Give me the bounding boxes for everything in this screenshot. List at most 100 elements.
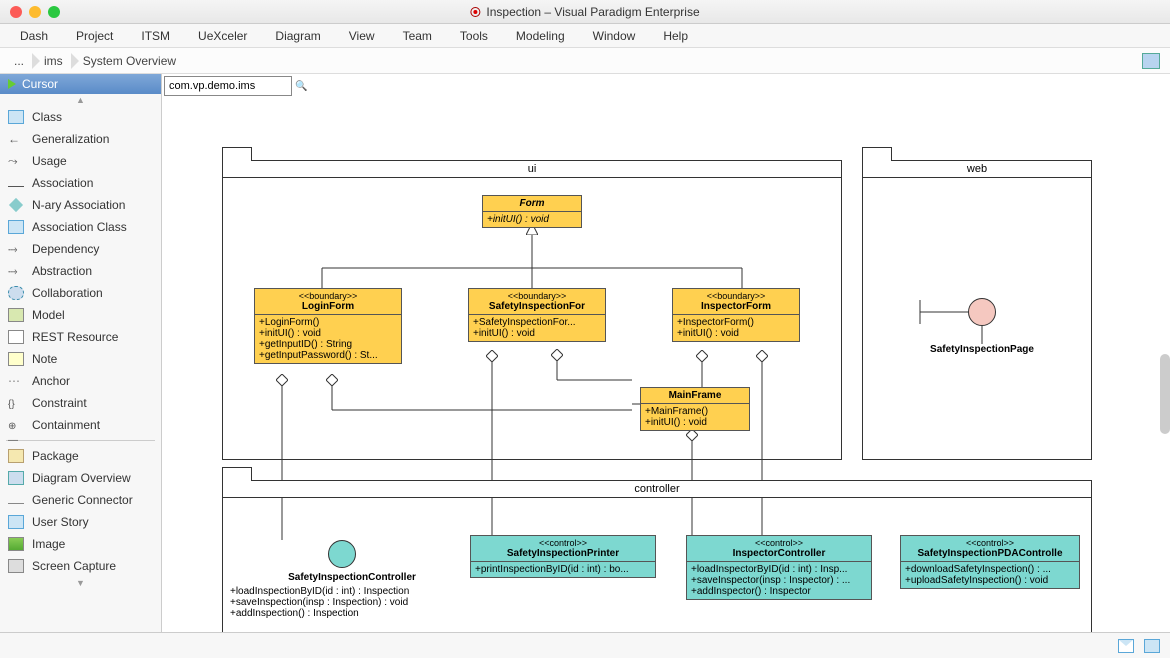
toolbox-divider [6, 440, 155, 441]
class-loginform[interactable]: <<boundary>>LoginForm +LoginForm() +init… [254, 288, 402, 364]
tool-association[interactable]: Association [0, 172, 161, 194]
class-safetyinspectionform[interactable]: <<boundary>>SafetyInspectionFor +SafetyI… [468, 288, 606, 342]
association-icon [8, 186, 24, 187]
vertical-scrollbar[interactable] [1160, 354, 1170, 434]
class-pda-name: SafetyInspectionPDAControlle [917, 548, 1062, 559]
diagram-canvas[interactable]: ui web controller Form +initUI() : void … [162, 100, 1170, 632]
class-form-name: Form [520, 198, 545, 209]
note-icon [8, 352, 24, 366]
class-inspectorcontroller-name: InspectorController [733, 548, 826, 559]
tool-rest[interactable]: REST Resource [0, 326, 161, 348]
diagram-overview-tool-icon [8, 471, 24, 485]
document-icon[interactable] [1144, 639, 1160, 653]
boundary-safetyinspectionpage[interactable] [968, 298, 996, 326]
class-loginform-name: LoginForm [302, 301, 354, 312]
package-icon [8, 449, 24, 463]
class-printer-name: SafetyInspectionPrinter [507, 548, 619, 559]
package-ui-label: ui [223, 161, 841, 178]
constraint-icon [8, 396, 24, 410]
breadcrumb-ims[interactable]: ims [34, 50, 73, 72]
model-icon [8, 308, 24, 322]
menu-diagram[interactable]: Diagram [261, 29, 334, 43]
boundary-safetyinspectionpage-label: SafetyInspectionPage [917, 344, 1047, 355]
tool-screen-capture[interactable]: Screen Capture [0, 555, 161, 577]
class-pdacontroller[interactable]: <<control>>SafetyInspectionPDAControlle … [900, 535, 1080, 589]
tool-assoc-class[interactable]: Association Class [0, 216, 161, 238]
tool-collaboration[interactable]: Collaboration [0, 282, 161, 304]
window-title: Inspection – Visual Paradigm Enterprise [470, 5, 699, 19]
window-title-text: Inspection – Visual Paradigm Enterprise [486, 5, 699, 19]
class-safetyinspectionprinter[interactable]: <<control>>SafetyInspectionPrinter +prin… [470, 535, 656, 578]
rest-icon [8, 330, 24, 344]
menu-help[interactable]: Help [649, 29, 702, 43]
tool-anchor[interactable]: Anchor [0, 370, 161, 392]
tool-nary[interactable]: N-ary Association [0, 194, 161, 216]
breadcrumb-overview[interactable]: System Overview [73, 50, 186, 72]
mail-icon[interactable] [1118, 639, 1134, 653]
window-controls [0, 6, 60, 18]
class-inspectorform-name: InspectorForm [701, 301, 771, 312]
containment-icon [8, 418, 24, 432]
nary-icon [9, 198, 23, 212]
breadcrumb-root[interactable]: ... [4, 50, 34, 72]
package-controller-tab [222, 467, 252, 481]
tool-abstraction[interactable]: Abstraction [0, 260, 161, 282]
menu-view[interactable]: View [335, 29, 389, 43]
tool-image[interactable]: Image [0, 533, 161, 555]
menu-itsm[interactable]: ITSM [127, 29, 184, 43]
maximize-window-button[interactable] [48, 6, 60, 18]
dependency-icon [8, 242, 24, 256]
connector-icon [8, 503, 24, 504]
tool-note[interactable]: Note [0, 348, 161, 370]
minimize-window-button[interactable] [29, 6, 41, 18]
tool-diag-overview[interactable]: Diagram Overview [0, 467, 161, 489]
package-controller-label: controller [223, 481, 1091, 498]
cursor-icon [8, 79, 16, 89]
menu-uexceler[interactable]: UeXceler [184, 29, 261, 43]
package-web-tab [862, 147, 892, 161]
class-safetyform-name: SafetyInspectionFor [489, 301, 585, 312]
menu-team[interactable]: Team [389, 29, 446, 43]
collapse-up-handle[interactable]: ▲ [0, 94, 161, 106]
app-icon [470, 7, 480, 17]
tool-user-story[interactable]: User Story [0, 511, 161, 533]
control-sic-label: SafetyInspectionController [262, 572, 442, 583]
close-window-button[interactable] [10, 6, 22, 18]
menu-window[interactable]: Window [579, 29, 650, 43]
menu-dash[interactable]: Dash [6, 29, 62, 43]
tool-cursor[interactable]: Cursor [0, 74, 161, 94]
class-inspectorform[interactable]: <<boundary>>InspectorForm +InspectorForm… [672, 288, 800, 342]
anchor-icon [8, 374, 24, 388]
tool-containment[interactable]: Containment [0, 414, 161, 436]
search-icon[interactable]: 🔍 [295, 81, 307, 92]
class-form[interactable]: Form +initUI() : void [482, 195, 582, 228]
tool-package[interactable]: Package [0, 445, 161, 467]
class-icon [8, 110, 24, 124]
tool-usage[interactable]: Usage [0, 150, 161, 172]
class-inspectorcontroller[interactable]: <<control>>InspectorController +loadInsp… [686, 535, 872, 600]
tool-class[interactable]: Class [0, 106, 161, 128]
canvas-area[interactable]: 🔍 [162, 74, 1170, 632]
breadcrumb: ... ims System Overview [0, 48, 1170, 74]
story-icon [8, 515, 24, 529]
titlebar: Inspection – Visual Paradigm Enterprise [0, 0, 1170, 24]
collaboration-icon [8, 286, 24, 300]
toolbox: Cursor ▲ Class Generalization Usage Asso… [0, 74, 162, 632]
package-ui-tab [222, 147, 252, 161]
statusbar [0, 632, 1170, 658]
menu-modeling[interactable]: Modeling [502, 29, 579, 43]
package-path-input[interactable] [164, 76, 292, 96]
menu-tools[interactable]: Tools [446, 29, 502, 43]
tool-model[interactable]: Model [0, 304, 161, 326]
tool-dependency[interactable]: Dependency [0, 238, 161, 260]
tool-generalization[interactable]: Generalization [0, 128, 161, 150]
image-icon [8, 537, 24, 551]
menu-project[interactable]: Project [62, 29, 127, 43]
class-mainframe[interactable]: MainFrame +MainFrame() +initUI() : void [640, 387, 750, 431]
assoc-class-icon [8, 220, 24, 234]
diagram-overview-icon[interactable] [1142, 53, 1160, 69]
tool-constraint[interactable]: Constraint [0, 392, 161, 414]
collapse-down-handle[interactable]: ▼ [0, 577, 161, 589]
tool-generic-connector[interactable]: Generic Connector [0, 489, 161, 511]
control-safetyinspectioncontroller[interactable] [328, 540, 356, 568]
